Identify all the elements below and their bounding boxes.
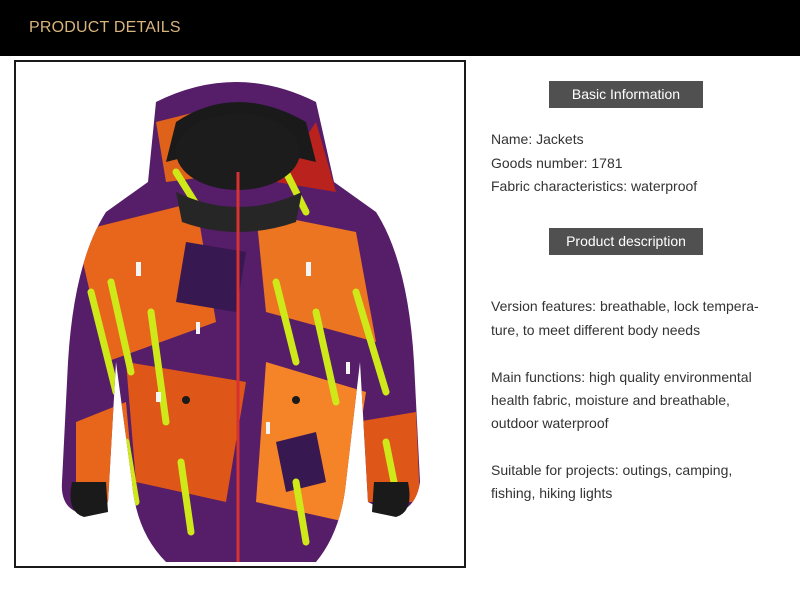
fabric-characteristics: Fabric characteristics: waterproof xyxy=(491,178,698,194)
suitable-for-line-1: Suitable for projects: outings, camping, xyxy=(491,462,733,478)
product-name: Name: Jackets xyxy=(491,131,584,147)
main-functions-line-3: outdoor waterproof xyxy=(491,415,609,431)
basic-information-heading: Basic Information xyxy=(549,81,703,108)
page-title: PRODUCT DETAILS xyxy=(29,19,181,36)
jacket-illustration xyxy=(61,82,420,562)
suitable-for-line-2: fishing, hiking lights xyxy=(491,485,613,501)
product-image xyxy=(14,60,466,568)
goods-number: Goods number: 1781 xyxy=(491,155,623,171)
product-description-heading: Product description xyxy=(549,228,703,255)
header-bar: PRODUCT DETAILS xyxy=(0,0,800,56)
version-features-line-2: ture, to meet different body needs xyxy=(491,322,701,338)
version-features-line-1: Version features: breathable, lock tempe… xyxy=(491,298,759,314)
main-functions-line-1: Main functions: high quality environment… xyxy=(491,369,752,385)
main-functions-line-2: health fabric, moisture and breathable, xyxy=(491,392,730,408)
